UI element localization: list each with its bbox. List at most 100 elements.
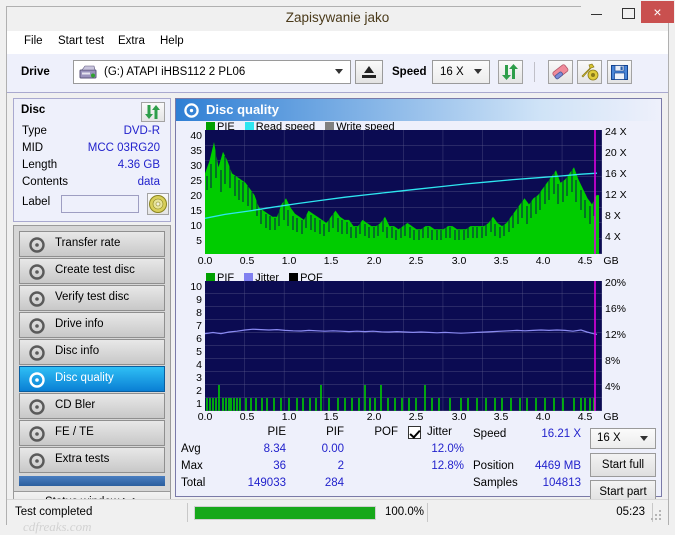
pie-chart: PIE Read speed Write speed 40 35 30 25 2…: [176, 121, 661, 267]
sidebar-item-verify-test-disc[interactable]: Verify test disc: [19, 285, 165, 311]
sidebar-item-create-test-disc[interactable]: Create test disc: [19, 258, 165, 284]
sidebar-item-label: Disc quality: [55, 372, 114, 384]
nav-accent-strip: [19, 476, 165, 486]
toolbar-separator: [534, 62, 535, 82]
eject-icon: [364, 66, 374, 73]
y-tick-right: 8%: [605, 355, 621, 367]
x-tick: 4.5: [577, 255, 593, 267]
stats-row-label: Avg: [181, 443, 201, 455]
info-label-speed: Speed: [473, 428, 507, 440]
y-tick-right: 16 X: [605, 168, 627, 180]
y-tick: 5: [196, 346, 202, 358]
x-axis-unit: GB: [603, 411, 619, 423]
sidebar-item-drive-info[interactable]: Drive info: [19, 312, 165, 338]
stats-value-pif: 0.00: [321, 443, 344, 455]
x-tick: 2.0: [366, 255, 382, 267]
menu-item-start-test[interactable]: Start test: [53, 35, 109, 51]
y-tick: 35: [190, 145, 202, 157]
disc-row-value: data: [137, 176, 160, 188]
y-tick: 5: [196, 235, 202, 247]
close-button[interactable]: ×: [641, 1, 674, 23]
refresh-button[interactable]: [498, 60, 523, 84]
sidebar-item-disc-info[interactable]: Disc info: [19, 339, 165, 365]
stats-value-jitter: 12.0%: [431, 443, 464, 455]
minimize-button[interactable]: [581, 1, 612, 23]
y-tick: 1: [196, 398, 202, 410]
x-tick: 2.5: [408, 255, 424, 267]
status-bar: Test completed 100.0% 05:23: [7, 499, 668, 526]
info-value-speed: 16.21 X: [541, 428, 581, 440]
disc-row-length: Length 4.36 GB: [14, 159, 170, 174]
y-tick-right: 8 X: [605, 210, 621, 222]
pif-chart: PIF Jitter POF 10 9 8 7 6 5 4 3 2 1 20% …: [176, 272, 661, 423]
drive-label: Drive: [21, 66, 50, 78]
menu-item-extra[interactable]: Extra: [113, 35, 150, 51]
save-button[interactable]: [607, 60, 632, 84]
y-tick: 25: [190, 175, 202, 187]
info-value-samples: 104813: [542, 477, 581, 489]
cd-icon: [149, 195, 167, 213]
menu-bar: File Start test Extra Help: [7, 31, 668, 55]
sidebar-item-extra-tests[interactable]: Extra tests: [19, 447, 165, 473]
sidebar-item-fe-te[interactable]: FE / TE: [19, 420, 165, 446]
drive-select[interactable]: (G:) ATAPI iHBS112 2 PL06: [73, 60, 351, 84]
tools-button[interactable]: [577, 60, 602, 84]
x-tick: 0.5: [239, 255, 255, 267]
disc-label-button[interactable]: [147, 193, 169, 215]
jitter-checkbox[interactable]: [408, 426, 421, 439]
disc-panel-title: Disc: [21, 104, 46, 116]
sidebar-item-label: FE / TE: [55, 426, 94, 438]
close-icon: ×: [653, 4, 662, 20]
disc-row-contents: Contents data: [14, 176, 170, 191]
sidebar-item-label: Create test disc: [55, 264, 135, 276]
menu-item-help[interactable]: Help: [155, 35, 189, 51]
pie-chart-y-axis-left: 40 35 30 25 20 15 10 5: [176, 130, 202, 255]
eject-button[interactable]: [355, 60, 383, 84]
pif-chart-y-axis-left: 10 9 8 7 6 5 4 3 2 1: [176, 281, 202, 410]
disc-label-input[interactable]: [61, 195, 139, 213]
watermark: cdfreaks.com: [23, 519, 92, 534]
disc-icon: [29, 291, 45, 307]
test-speed-select[interactable]: 16 X: [590, 428, 656, 449]
y-tick-right: 16%: [605, 303, 627, 315]
y-tick: 10: [190, 220, 202, 232]
x-tick: 0.0: [197, 411, 213, 423]
menu-item-file[interactable]: File: [19, 35, 48, 51]
disc-refresh-button[interactable]: [141, 102, 165, 122]
test-speed-value: 16 X: [597, 432, 621, 444]
x-tick: 2.5: [408, 411, 424, 423]
y-tick: 15: [190, 205, 202, 217]
disc-label-key: Label: [22, 196, 51, 208]
pif-plot-area: [204, 281, 602, 411]
x-tick: 3.0: [451, 255, 467, 267]
disc-info-panel: Disc Type DVD-R MID MCC 03RG20 Length 4.…: [13, 98, 171, 222]
disc-icon: [29, 399, 45, 415]
disc-row-mid: MID MCC 03RG20: [14, 142, 170, 157]
sidebar-item-cd-bler[interactable]: CD Bler: [19, 393, 165, 419]
drive-icon: [79, 65, 97, 80]
speed-select[interactable]: 16 X: [432, 60, 490, 84]
stats-col-pie: PIE: [267, 426, 286, 438]
progress-bar-fill: [195, 507, 375, 519]
erase-button[interactable]: [548, 60, 573, 84]
x-tick: 3.5: [493, 411, 509, 423]
maximize-button[interactable]: [612, 1, 643, 23]
pie-plot-area: [204, 130, 602, 254]
resize-grip[interactable]: [651, 510, 663, 522]
y-tick: 2: [196, 385, 202, 397]
info-label-position: Position: [473, 460, 514, 472]
progress-bar: [194, 506, 376, 520]
statistics-panel: PIE PIF POF Jitter Avg 8.34 0.00 12.0% M…: [176, 424, 661, 504]
disc-row-value: MCC 03RG20: [87, 142, 160, 154]
y-tick: 4: [196, 359, 202, 371]
drive-toolbar: Drive (G:) ATAPI iHBS112 2 PL06 Speed 16…: [7, 54, 668, 93]
start-full-button[interactable]: Start full: [590, 453, 656, 477]
sidebar-item-transfer-rate[interactable]: Transfer rate: [19, 231, 165, 257]
test-nav-panel: Transfer rate Create test disc Verify te…: [13, 225, 171, 497]
y-tick-right: 12%: [605, 329, 627, 341]
y-tick: 6: [196, 333, 202, 345]
pif-chart-x-axis: 0.0 0.5 1.0 1.5 2.0 2.5 3.0 3.5 4.0 4.5 …: [198, 411, 619, 425]
sidebar-item-label: Transfer rate: [55, 237, 121, 249]
stats-value-jitter: 12.8%: [431, 460, 464, 472]
sidebar-item-disc-quality[interactable]: Disc quality: [19, 366, 165, 392]
